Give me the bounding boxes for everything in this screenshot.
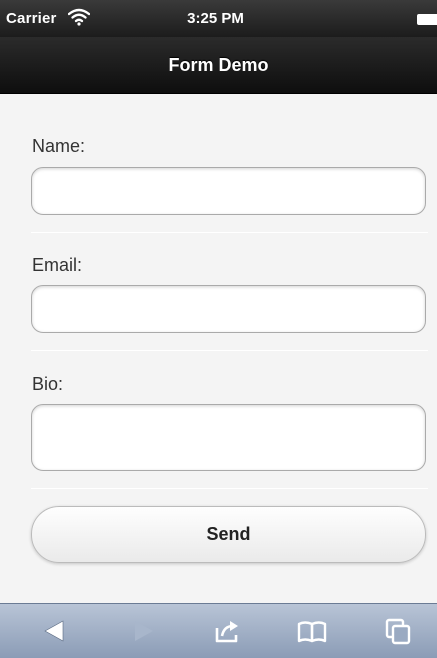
divider: [31, 350, 428, 351]
bookmarks-icon[interactable]: [297, 616, 327, 646]
email-input[interactable]: [31, 285, 426, 333]
tabs-icon[interactable]: [383, 616, 413, 646]
divider: [31, 488, 428, 489]
battery-icon: [417, 14, 437, 25]
forward-icon[interactable]: [128, 616, 158, 646]
send-button[interactable]: Send: [31, 506, 426, 563]
browser-toolbar: [0, 603, 437, 658]
phone-screen: Carrier 3:25 PM Form Demo Name: Email: B…: [0, 0, 437, 658]
name-input[interactable]: [31, 167, 426, 215]
status-bar: Carrier 3:25 PM: [0, 0, 437, 37]
bio-textarea[interactable]: [31, 404, 426, 471]
bio-label: Bio:: [32, 374, 64, 394]
share-icon[interactable]: [212, 616, 242, 646]
name-label: Name:: [32, 136, 86, 156]
clock: 3:25 PM: [187, 10, 244, 27]
back-icon[interactable]: [40, 616, 70, 646]
page-header: Form Demo: [0, 37, 437, 94]
email-label: Email:: [32, 255, 83, 275]
divider: [31, 232, 428, 233]
send-button-label: Send: [206, 524, 251, 544]
page-title: Form Demo: [168, 54, 269, 75]
form-content: Name: Email: Bio: Send: [0, 94, 437, 603]
